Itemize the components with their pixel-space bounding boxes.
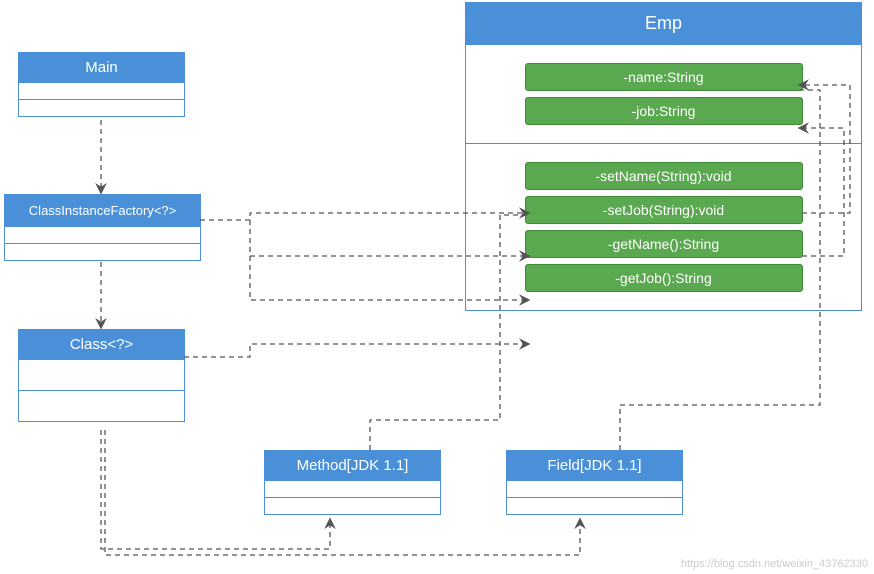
class-attrs xyxy=(19,359,184,390)
factory-ops xyxy=(5,243,200,260)
class-main: Main xyxy=(18,52,185,117)
emp-attrs-section: -name:String -job:String xyxy=(466,44,861,143)
main-ops xyxy=(19,99,184,116)
emp-attr-name: -name:String xyxy=(525,63,803,91)
main-title: Main xyxy=(19,53,184,82)
class-class: Class<?> xyxy=(18,329,185,422)
main-attrs xyxy=(19,82,184,99)
emp-attr-job: -job:String xyxy=(525,97,803,125)
class-emp: Emp -name:String -job:String -setName(St… xyxy=(465,2,862,311)
emp-ops-section: -setName(String):void -setJob(String):vo… xyxy=(466,143,861,310)
method-attrs xyxy=(265,480,440,497)
emp-title: Emp xyxy=(466,3,861,44)
factory-attrs xyxy=(5,226,200,243)
field-ops xyxy=(507,497,682,514)
watermark: https://blog.csdn.net/weixin_43762330 xyxy=(681,558,868,570)
class-ops xyxy=(19,390,184,421)
class-field: Field[JDK 1.1] xyxy=(506,450,683,515)
factory-title: ClassInstanceFactory<?> xyxy=(5,195,200,226)
emp-op-getjob: -getJob():String xyxy=(525,264,803,292)
method-ops xyxy=(265,497,440,514)
class-method: Method[JDK 1.1] xyxy=(264,450,441,515)
field-title: Field[JDK 1.1] xyxy=(507,451,682,480)
emp-op-getname: -getName():String xyxy=(525,230,803,258)
emp-op-setname: -setName(String):void xyxy=(525,162,803,190)
class-factory: ClassInstanceFactory<?> xyxy=(4,194,201,261)
emp-op-setjob: -setJob(String):void xyxy=(525,196,803,224)
method-title: Method[JDK 1.1] xyxy=(265,451,440,480)
field-attrs xyxy=(507,480,682,497)
class-title: Class<?> xyxy=(19,330,184,359)
